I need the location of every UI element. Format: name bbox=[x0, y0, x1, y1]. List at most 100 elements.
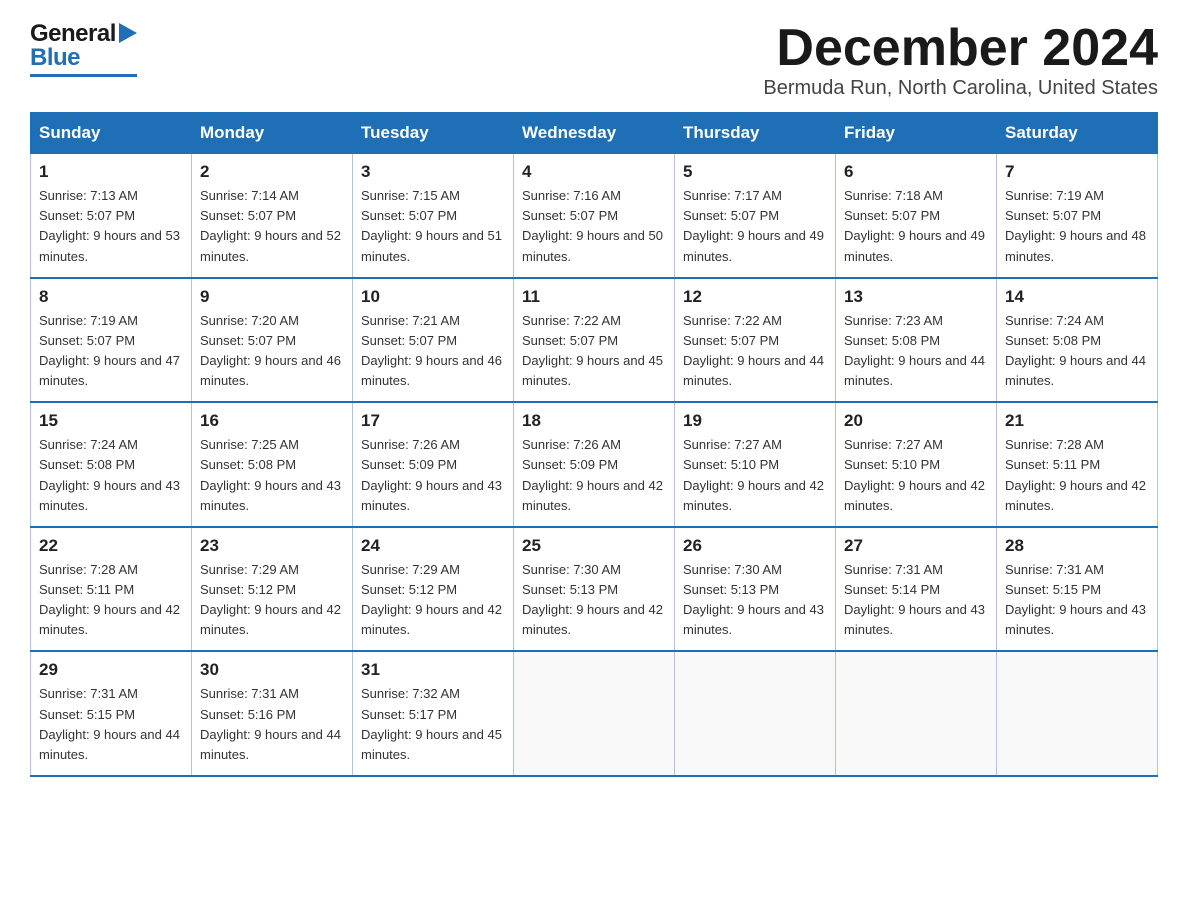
day-number: 24 bbox=[361, 536, 505, 556]
calendar-cell bbox=[675, 651, 836, 776]
day-info: Sunrise: 7:29 AMSunset: 5:12 PMDaylight:… bbox=[361, 562, 502, 637]
calendar-cell: 1 Sunrise: 7:13 AMSunset: 5:07 PMDayligh… bbox=[31, 154, 192, 278]
day-info: Sunrise: 7:26 AMSunset: 5:09 PMDaylight:… bbox=[522, 437, 663, 512]
day-number: 2 bbox=[200, 162, 344, 182]
calendar-header-sunday: Sunday bbox=[31, 113, 192, 154]
day-number: 11 bbox=[522, 287, 666, 307]
day-info: Sunrise: 7:31 AMSunset: 5:16 PMDaylight:… bbox=[200, 686, 341, 761]
page-location: Bermuda Run, North Carolina, United Stat… bbox=[763, 77, 1158, 100]
day-number: 29 bbox=[39, 660, 183, 680]
calendar-cell: 27 Sunrise: 7:31 AMSunset: 5:14 PMDaylig… bbox=[836, 527, 997, 652]
day-info: Sunrise: 7:13 AMSunset: 5:07 PMDaylight:… bbox=[39, 188, 180, 263]
calendar-header-tuesday: Tuesday bbox=[353, 113, 514, 154]
day-number: 17 bbox=[361, 411, 505, 431]
day-info: Sunrise: 7:31 AMSunset: 5:15 PMDaylight:… bbox=[1005, 562, 1146, 637]
day-info: Sunrise: 7:22 AMSunset: 5:07 PMDaylight:… bbox=[683, 313, 824, 388]
day-info: Sunrise: 7:26 AMSunset: 5:09 PMDaylight:… bbox=[361, 437, 502, 512]
day-info: Sunrise: 7:27 AMSunset: 5:10 PMDaylight:… bbox=[683, 437, 824, 512]
calendar-cell: 21 Sunrise: 7:28 AMSunset: 5:11 PMDaylig… bbox=[997, 402, 1158, 527]
day-number: 18 bbox=[522, 411, 666, 431]
logo-blue-text: Blue bbox=[30, 44, 80, 72]
day-number: 25 bbox=[522, 536, 666, 556]
calendar-cell: 29 Sunrise: 7:31 AMSunset: 5:15 PMDaylig… bbox=[31, 651, 192, 776]
day-number: 12 bbox=[683, 287, 827, 307]
day-number: 23 bbox=[200, 536, 344, 556]
page-title: December 2024 bbox=[763, 20, 1158, 77]
day-number: 28 bbox=[1005, 536, 1149, 556]
day-number: 19 bbox=[683, 411, 827, 431]
day-number: 30 bbox=[200, 660, 344, 680]
calendar-cell bbox=[836, 651, 997, 776]
calendar-cell: 14 Sunrise: 7:24 AMSunset: 5:08 PMDaylig… bbox=[997, 278, 1158, 403]
day-number: 7 bbox=[1005, 162, 1149, 182]
day-number: 31 bbox=[361, 660, 505, 680]
calendar-cell: 13 Sunrise: 7:23 AMSunset: 5:08 PMDaylig… bbox=[836, 278, 997, 403]
calendar-cell: 20 Sunrise: 7:27 AMSunset: 5:10 PMDaylig… bbox=[836, 402, 997, 527]
day-info: Sunrise: 7:23 AMSunset: 5:08 PMDaylight:… bbox=[844, 313, 985, 388]
day-number: 9 bbox=[200, 287, 344, 307]
day-number: 14 bbox=[1005, 287, 1149, 307]
calendar-cell: 2 Sunrise: 7:14 AMSunset: 5:07 PMDayligh… bbox=[192, 154, 353, 278]
day-number: 15 bbox=[39, 411, 183, 431]
day-info: Sunrise: 7:28 AMSunset: 5:11 PMDaylight:… bbox=[39, 562, 180, 637]
calendar-week-row: 29 Sunrise: 7:31 AMSunset: 5:15 PMDaylig… bbox=[31, 651, 1158, 776]
calendar-header-row: SundayMondayTuesdayWednesdayThursdayFrid… bbox=[31, 113, 1158, 154]
day-info: Sunrise: 7:31 AMSunset: 5:14 PMDaylight:… bbox=[844, 562, 985, 637]
calendar-cell: 30 Sunrise: 7:31 AMSunset: 5:16 PMDaylig… bbox=[192, 651, 353, 776]
day-number: 5 bbox=[683, 162, 827, 182]
calendar-header-friday: Friday bbox=[836, 113, 997, 154]
day-info: Sunrise: 7:21 AMSunset: 5:07 PMDaylight:… bbox=[361, 313, 502, 388]
calendar-cell: 8 Sunrise: 7:19 AMSunset: 5:07 PMDayligh… bbox=[31, 278, 192, 403]
day-info: Sunrise: 7:31 AMSunset: 5:15 PMDaylight:… bbox=[39, 686, 180, 761]
day-info: Sunrise: 7:14 AMSunset: 5:07 PMDaylight:… bbox=[200, 188, 341, 263]
title-block: December 2024 Bermuda Run, North Carolin… bbox=[763, 20, 1158, 100]
calendar-cell: 3 Sunrise: 7:15 AMSunset: 5:07 PMDayligh… bbox=[353, 154, 514, 278]
calendar-cell: 31 Sunrise: 7:32 AMSunset: 5:17 PMDaylig… bbox=[353, 651, 514, 776]
day-number: 4 bbox=[522, 162, 666, 182]
day-number: 27 bbox=[844, 536, 988, 556]
calendar-cell: 6 Sunrise: 7:18 AMSunset: 5:07 PMDayligh… bbox=[836, 154, 997, 278]
day-info: Sunrise: 7:17 AMSunset: 5:07 PMDaylight:… bbox=[683, 188, 824, 263]
calendar-week-row: 8 Sunrise: 7:19 AMSunset: 5:07 PMDayligh… bbox=[31, 278, 1158, 403]
calendar-cell: 16 Sunrise: 7:25 AMSunset: 5:08 PMDaylig… bbox=[192, 402, 353, 527]
calendar-header-saturday: Saturday bbox=[997, 113, 1158, 154]
day-info: Sunrise: 7:20 AMSunset: 5:07 PMDaylight:… bbox=[200, 313, 341, 388]
day-number: 8 bbox=[39, 287, 183, 307]
day-info: Sunrise: 7:19 AMSunset: 5:07 PMDaylight:… bbox=[1005, 188, 1146, 263]
day-number: 20 bbox=[844, 411, 988, 431]
day-info: Sunrise: 7:24 AMSunset: 5:08 PMDaylight:… bbox=[1005, 313, 1146, 388]
calendar-cell: 22 Sunrise: 7:28 AMSunset: 5:11 PMDaylig… bbox=[31, 527, 192, 652]
day-info: Sunrise: 7:29 AMSunset: 5:12 PMDaylight:… bbox=[200, 562, 341, 637]
day-number: 6 bbox=[844, 162, 988, 182]
calendar-header-monday: Monday bbox=[192, 113, 353, 154]
day-number: 16 bbox=[200, 411, 344, 431]
day-number: 21 bbox=[1005, 411, 1149, 431]
calendar-cell: 15 Sunrise: 7:24 AMSunset: 5:08 PMDaylig… bbox=[31, 402, 192, 527]
calendar-cell bbox=[997, 651, 1158, 776]
calendar-cell: 23 Sunrise: 7:29 AMSunset: 5:12 PMDaylig… bbox=[192, 527, 353, 652]
day-info: Sunrise: 7:15 AMSunset: 5:07 PMDaylight:… bbox=[361, 188, 502, 263]
day-info: Sunrise: 7:19 AMSunset: 5:07 PMDaylight:… bbox=[39, 313, 180, 388]
day-info: Sunrise: 7:30 AMSunset: 5:13 PMDaylight:… bbox=[522, 562, 663, 637]
logo-arrow-icon bbox=[119, 23, 137, 48]
day-number: 26 bbox=[683, 536, 827, 556]
calendar-table: SundayMondayTuesdayWednesdayThursdayFrid… bbox=[30, 112, 1158, 777]
calendar-cell: 25 Sunrise: 7:30 AMSunset: 5:13 PMDaylig… bbox=[514, 527, 675, 652]
calendar-cell: 12 Sunrise: 7:22 AMSunset: 5:07 PMDaylig… bbox=[675, 278, 836, 403]
day-info: Sunrise: 7:18 AMSunset: 5:07 PMDaylight:… bbox=[844, 188, 985, 263]
calendar-header-wednesday: Wednesday bbox=[514, 113, 675, 154]
calendar-week-row: 15 Sunrise: 7:24 AMSunset: 5:08 PMDaylig… bbox=[31, 402, 1158, 527]
calendar-week-row: 1 Sunrise: 7:13 AMSunset: 5:07 PMDayligh… bbox=[31, 154, 1158, 278]
calendar-cell: 24 Sunrise: 7:29 AMSunset: 5:12 PMDaylig… bbox=[353, 527, 514, 652]
day-number: 3 bbox=[361, 162, 505, 182]
day-info: Sunrise: 7:16 AMSunset: 5:07 PMDaylight:… bbox=[522, 188, 663, 263]
calendar-cell: 5 Sunrise: 7:17 AMSunset: 5:07 PMDayligh… bbox=[675, 154, 836, 278]
calendar-cell: 26 Sunrise: 7:30 AMSunset: 5:13 PMDaylig… bbox=[675, 527, 836, 652]
calendar-cell bbox=[514, 651, 675, 776]
day-info: Sunrise: 7:30 AMSunset: 5:13 PMDaylight:… bbox=[683, 562, 824, 637]
calendar-cell: 17 Sunrise: 7:26 AMSunset: 5:09 PMDaylig… bbox=[353, 402, 514, 527]
day-number: 10 bbox=[361, 287, 505, 307]
calendar-cell: 11 Sunrise: 7:22 AMSunset: 5:07 PMDaylig… bbox=[514, 278, 675, 403]
calendar-cell: 28 Sunrise: 7:31 AMSunset: 5:15 PMDaylig… bbox=[997, 527, 1158, 652]
day-number: 13 bbox=[844, 287, 988, 307]
